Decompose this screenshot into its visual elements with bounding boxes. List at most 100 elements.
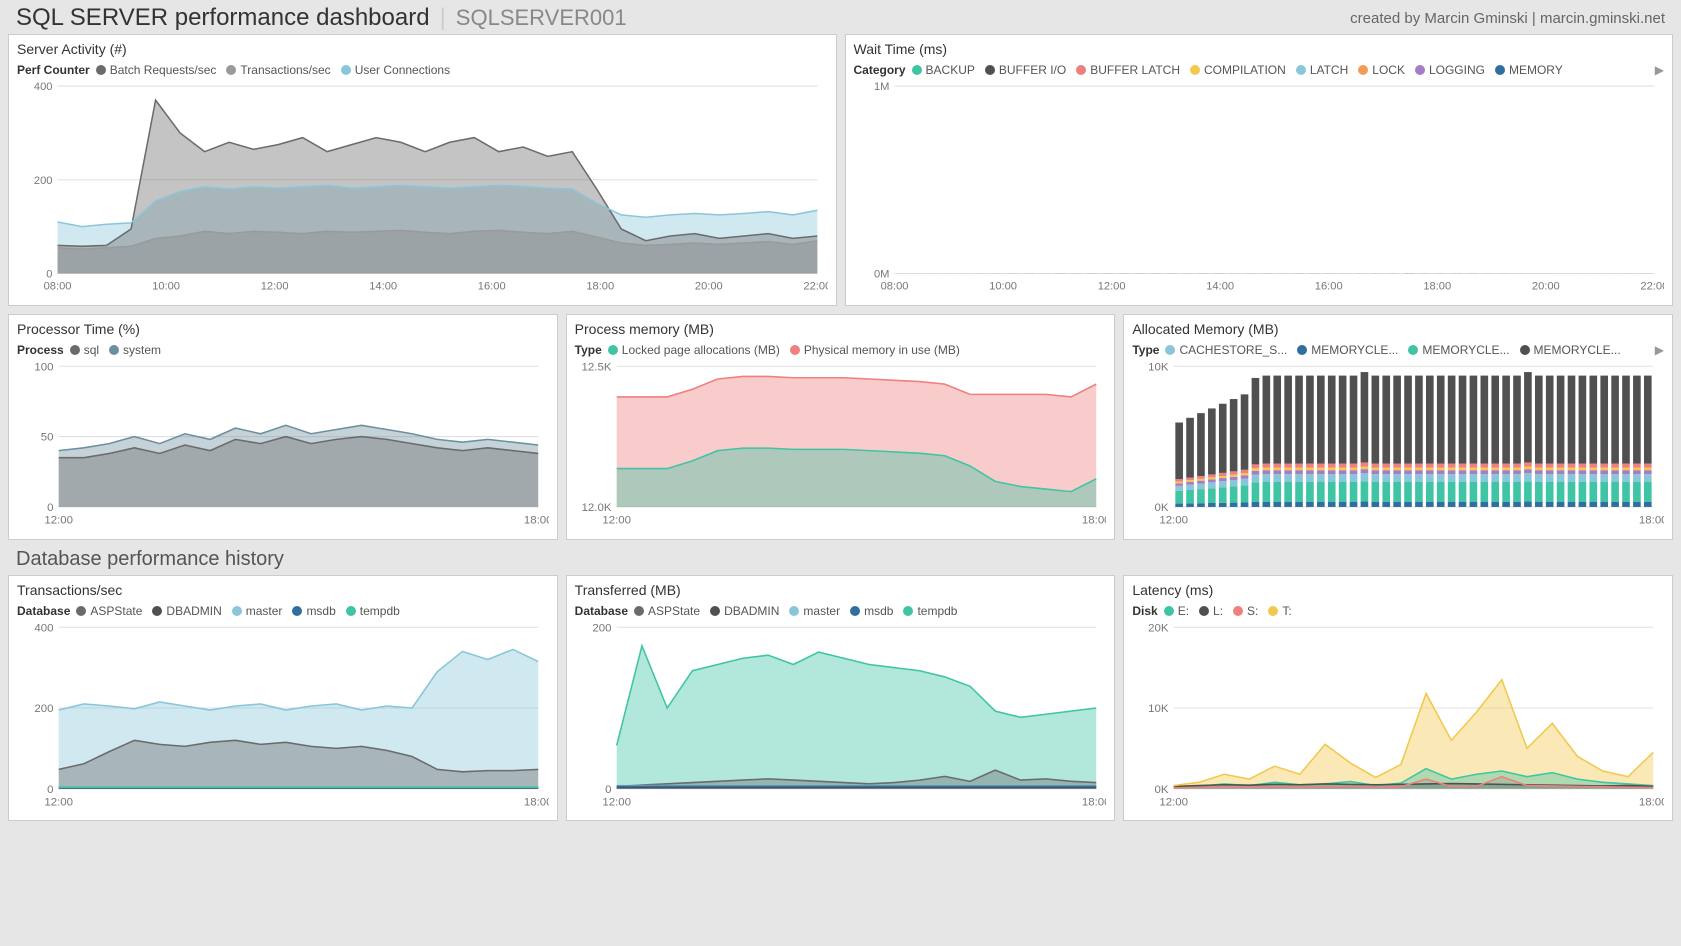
legend-swatch bbox=[1297, 345, 1307, 355]
legend-item[interactable]: msdb bbox=[292, 604, 335, 618]
legend-item[interactable]: system bbox=[109, 343, 161, 357]
legend-swatch bbox=[1520, 345, 1530, 355]
more-icon[interactable]: ▶ bbox=[1655, 343, 1664, 357]
legend-label: Type bbox=[1132, 343, 1159, 357]
legend-item[interactable]: LOCK bbox=[1358, 63, 1405, 77]
svg-text:18:00: 18:00 bbox=[1639, 796, 1664, 808]
svg-text:12.5K: 12.5K bbox=[581, 361, 611, 373]
legend-swatch bbox=[70, 345, 80, 355]
legend-swatch bbox=[152, 606, 162, 616]
legend-item[interactable]: ASPState bbox=[634, 604, 700, 618]
legend-item[interactable]: MEMORY bbox=[1495, 63, 1563, 77]
legend-swatch bbox=[1408, 345, 1418, 355]
legend-item[interactable]: MEMORYCLE... bbox=[1297, 343, 1398, 357]
legend-text: CACHESTORE_S... bbox=[1179, 343, 1287, 357]
legend-text: MEMORY bbox=[1509, 63, 1563, 77]
svg-text:14:00: 14:00 bbox=[369, 281, 397, 293]
legend-swatch bbox=[1268, 606, 1278, 616]
svg-text:20K: 20K bbox=[1148, 622, 1169, 634]
legend-item[interactable]: BUFFER LATCH bbox=[1076, 63, 1180, 77]
svg-text:200: 200 bbox=[592, 622, 611, 634]
legend-item[interactable]: L: bbox=[1199, 604, 1223, 618]
legend-swatch bbox=[1165, 345, 1175, 355]
more-icon[interactable]: ▶ bbox=[1655, 63, 1664, 77]
legend-item[interactable]: LOGGING bbox=[1415, 63, 1485, 77]
chart-title: Transactions/sec bbox=[17, 582, 549, 598]
svg-text:100: 100 bbox=[34, 361, 53, 373]
svg-text:12:00: 12:00 bbox=[44, 514, 73, 526]
chart-title: Allocated Memory (MB) bbox=[1132, 321, 1664, 337]
svg-text:20:00: 20:00 bbox=[695, 281, 723, 293]
svg-text:400: 400 bbox=[34, 622, 53, 634]
svg-text:0: 0 bbox=[46, 269, 52, 281]
legend-text: BUFFER LATCH bbox=[1090, 63, 1180, 77]
legend-item[interactable]: tempdb bbox=[903, 604, 957, 618]
title-separator: | bbox=[440, 4, 446, 32]
svg-text:18:00: 18:00 bbox=[524, 514, 549, 526]
legend-text: tempdb bbox=[360, 604, 400, 618]
legend-swatch bbox=[226, 65, 236, 75]
legend: TypeLocked page allocations (MB)Physical… bbox=[575, 343, 1107, 357]
svg-text:12:00: 12:00 bbox=[1160, 514, 1189, 526]
svg-text:1M: 1M bbox=[874, 81, 889, 93]
chart-svg: 0 200 12:00 18:00 bbox=[575, 622, 1107, 810]
legend-text: BACKUP bbox=[926, 63, 975, 77]
legend-item[interactable]: BACKUP bbox=[912, 63, 975, 77]
legend-item[interactable]: T: bbox=[1268, 604, 1291, 618]
legend-swatch bbox=[912, 65, 922, 75]
legend-item[interactable]: Transactions/sec bbox=[226, 63, 330, 77]
svg-text:18:00: 18:00 bbox=[586, 281, 614, 293]
legend-text: E: bbox=[1178, 604, 1189, 618]
legend-text: ASPState bbox=[90, 604, 142, 618]
legend-item[interactable]: tempdb bbox=[346, 604, 400, 618]
legend-item[interactable]: Locked page allocations (MB) bbox=[608, 343, 780, 357]
legend-swatch bbox=[1076, 65, 1086, 75]
legend-item[interactable]: master bbox=[789, 604, 840, 618]
svg-text:12:00: 12:00 bbox=[602, 796, 631, 808]
card-allocated-memory: Allocated Memory (MB) Type CACHESTORE_S...… bbox=[1123, 314, 1673, 540]
legend-swatch bbox=[232, 606, 242, 616]
legend-text: master bbox=[246, 604, 283, 618]
legend-swatch bbox=[790, 345, 800, 355]
svg-text:0: 0 bbox=[605, 784, 611, 796]
legend-swatch bbox=[608, 345, 618, 355]
legend-item[interactable]: DBADMIN bbox=[710, 604, 779, 618]
legend-item[interactable]: LATCH bbox=[1296, 63, 1348, 77]
legend-item[interactable]: DBADMIN bbox=[152, 604, 221, 618]
legend-text: Transactions/sec bbox=[240, 63, 330, 77]
legend-swatch bbox=[1415, 65, 1425, 75]
legend-text: L: bbox=[1213, 604, 1223, 618]
server-name: SQLSERVER001 bbox=[456, 5, 627, 31]
legend-item[interactable]: Physical memory in use (MB) bbox=[790, 343, 960, 357]
legend-swatch bbox=[903, 606, 913, 616]
legend-text: DBADMIN bbox=[166, 604, 221, 618]
legend-text: DBADMIN bbox=[724, 604, 779, 618]
legend-item[interactable]: BUFFER I/O bbox=[985, 63, 1066, 77]
legend-item[interactable]: msdb bbox=[850, 604, 893, 618]
legend-item[interactable]: MEMORYCLE... bbox=[1408, 343, 1509, 357]
legend-item[interactable]: sql bbox=[70, 343, 99, 357]
legend-item[interactable]: MEMORYCLE... bbox=[1520, 343, 1621, 357]
chart-svg: 0K10K20K12:0018:00 bbox=[1132, 622, 1664, 810]
svg-text:12:00: 12:00 bbox=[1160, 796, 1189, 808]
chart-title: Server Activity (#) bbox=[17, 41, 828, 57]
legend-item[interactable]: User Connections bbox=[341, 63, 450, 77]
legend-item[interactable]: E: bbox=[1164, 604, 1189, 618]
legend-item[interactable]: COMPILATION bbox=[1190, 63, 1286, 77]
legend: CategoryBACKUPBUFFER I/OBUFFER LATCHCOMP… bbox=[854, 63, 1665, 77]
legend-item[interactable]: S: bbox=[1233, 604, 1258, 618]
legend-item[interactable]: CACHESTORE_S... bbox=[1165, 343, 1287, 357]
svg-text:22:00: 22:00 bbox=[803, 281, 827, 293]
legend-item[interactable]: ASPState bbox=[76, 604, 142, 618]
legend-item[interactable]: Batch Requests/sec bbox=[96, 63, 217, 77]
legend-label: Process bbox=[17, 343, 64, 357]
svg-text:10K: 10K bbox=[1148, 703, 1169, 715]
card-transferred: Transferred (MB)DatabaseASPStateDBADMINm… bbox=[566, 575, 1116, 822]
legend: Process sql system bbox=[17, 343, 549, 357]
legend-text: sql bbox=[84, 343, 99, 357]
legend-item[interactable]: master bbox=[232, 604, 283, 618]
svg-text:0: 0 bbox=[47, 784, 53, 796]
svg-text:18:00: 18:00 bbox=[1082, 796, 1107, 808]
middle-row: Processor Time (%)Processsqlsystem050100… bbox=[0, 314, 1681, 548]
svg-text:50: 50 bbox=[41, 431, 54, 443]
